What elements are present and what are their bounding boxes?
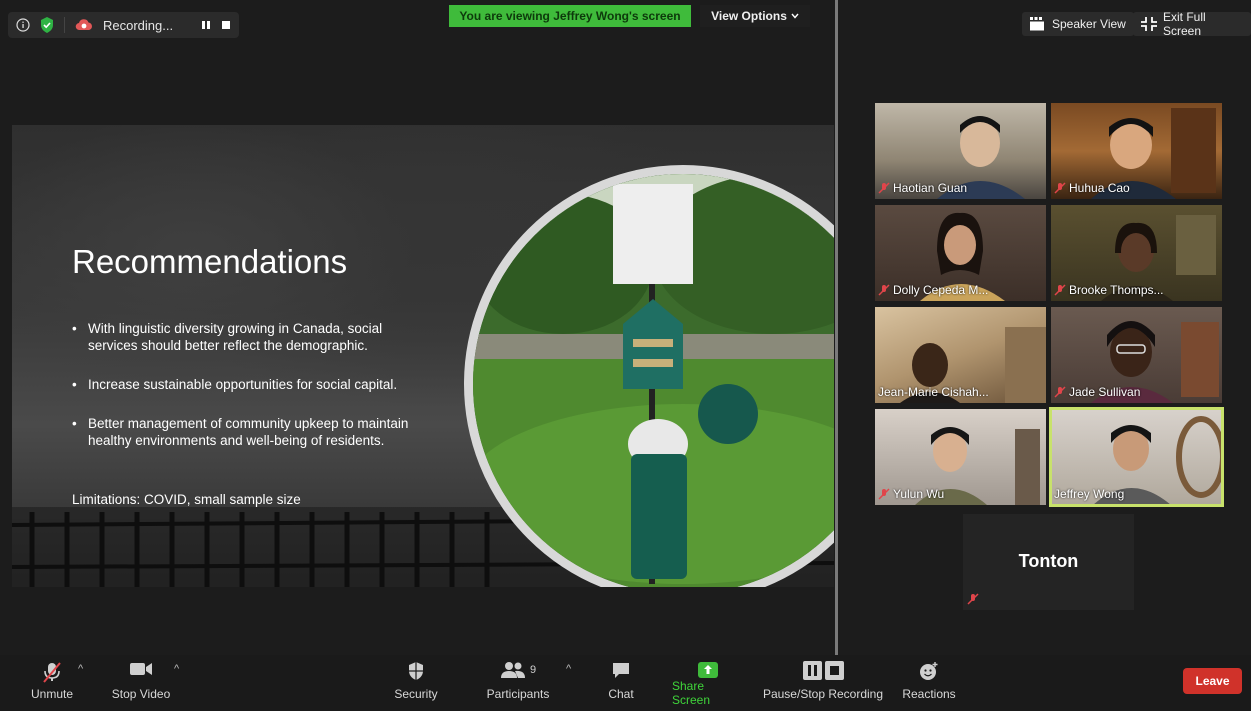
share-screen-label: Share Screen <box>672 679 711 707</box>
video-camera-icon <box>129 661 153 677</box>
participant-name-label: Jean-Marie Cishah... <box>878 385 989 399</box>
participant-name: Jeffrey Wong <box>1054 487 1125 501</box>
participant-name-label: Haotian Guan <box>878 181 967 195</box>
video-tile[interactable]: Jean-Marie Cishah... <box>875 307 1046 403</box>
participants-button[interactable]: 9 Participants <box>484 661 552 705</box>
share-screen-button[interactable]: Share Screen <box>672 661 744 707</box>
participant-name-label: Yulun Wu <box>878 487 944 501</box>
muted-microphone-icon <box>41 661 63 683</box>
security-label: Security <box>394 687 438 701</box>
slide-bullet: Increase sustainable opportunities for s… <box>72 376 432 393</box>
slide-bullet: With linguistic diversity growing in Can… <box>72 320 432 354</box>
video-tile[interactable]: Huhua Cao <box>1051 103 1222 199</box>
participant-name-label: Jeffrey Wong <box>1054 487 1124 501</box>
muted-mic-icon <box>878 488 890 500</box>
audio-options-caret[interactable]: ^ <box>78 663 83 675</box>
chat-bubble-icon <box>611 661 631 679</box>
stop-recording-icon[interactable] <box>221 20 231 30</box>
security-shield-icon <box>407 661 425 681</box>
participant-name: Tonton <box>1018 551 1079 571</box>
info-icon[interactable] <box>16 18 30 32</box>
muted-mic-icon <box>878 182 890 194</box>
pause-recording-icon[interactable] <box>201 20 211 30</box>
pause-icon <box>802 661 822 680</box>
video-tile-active-speaker[interactable]: Jeffrey Wong <box>1049 407 1224 507</box>
split-view-divider[interactable] <box>835 0 838 655</box>
participant-name: Yulun Wu <box>893 487 945 501</box>
participant-name: Brooke Thomps... <box>1069 283 1164 297</box>
speaker-view-icon <box>1030 17 1046 31</box>
participant-name-label: Jade Sullivan <box>1054 385 1140 399</box>
cloud-record-icon <box>75 18 93 32</box>
participant-name-label: Dolly Cepeda M... <box>878 283 988 297</box>
muted-mic-icon <box>1054 182 1066 194</box>
speaker-view-button[interactable]: Speaker View <box>1022 12 1134 36</box>
pause-stop-recording-button[interactable]: Pause/Stop Recording <box>762 661 884 705</box>
reactions-button[interactable]: Reactions <box>902 661 956 705</box>
shared-screen-slide: Recommendations With linguistic diversit… <box>12 125 834 587</box>
slide-bullet-list: With linguistic diversity growing in Can… <box>72 320 432 471</box>
speaker-view-label: Speaker View <box>1052 17 1126 31</box>
video-tile[interactable]: Yulun Wu <box>875 409 1046 505</box>
park-photo-graphic <box>473 174 834 587</box>
participants-count: 9 <box>529 664 537 676</box>
unmute-button[interactable]: Unmute <box>28 661 76 705</box>
view-options-button[interactable]: View Options <box>700 5 810 27</box>
viewing-screen-banner: You are viewing Jeffrey Wong's screen <box>449 5 691 27</box>
video-tile[interactable]: Brooke Thomps... <box>1051 205 1222 301</box>
chevron-down-icon <box>791 13 799 19</box>
recording-bar: Recording... <box>8 12 240 38</box>
exit-full-screen-button[interactable]: Exit Full Screen <box>1133 10 1251 38</box>
participants-icon <box>500 662 525 678</box>
share-screen-icon <box>697 661 719 679</box>
reactions-label: Reactions <box>902 687 956 701</box>
video-tile-no-video[interactable]: Tonton <box>963 514 1134 610</box>
zoom-meeting-window: Recording... You are viewing Jeffrey Won… <box>0 0 1251 707</box>
recording-label: Recording... <box>103 17 174 33</box>
slide-title: Recommendations <box>72 243 348 280</box>
leave-meeting-button[interactable]: Leave <box>1183 668 1242 694</box>
participants-label: Participants <box>486 687 550 701</box>
pause-stop-recording-label: Pause/Stop Recording <box>762 687 884 701</box>
encryption-shield-icon[interactable] <box>40 17 54 33</box>
stop-video-button[interactable]: Stop Video <box>110 661 172 705</box>
stop-video-label: Stop Video <box>111 687 171 701</box>
participants-options-caret[interactable]: ^ <box>566 663 571 675</box>
video-tile[interactable]: Jade Sullivan <box>1051 307 1222 403</box>
muted-mic-icon <box>1054 284 1066 296</box>
smiley-reaction-icon <box>919 661 939 681</box>
security-button[interactable]: Security <box>392 661 440 705</box>
slide-limitations: Limitations: COVID, small sample size <box>72 492 301 507</box>
video-tile[interactable]: Haotian Guan <box>875 103 1046 199</box>
participant-name: Jean-Marie Cishah... <box>878 385 989 399</box>
participant-name-label: Huhua Cao <box>1054 181 1130 195</box>
unmute-label: Unmute <box>30 687 74 701</box>
muted-mic-icon <box>1054 386 1066 398</box>
separator <box>64 17 65 33</box>
participant-name: Dolly Cepeda M... <box>893 283 989 297</box>
pause-stop-icons <box>802 661 844 680</box>
view-options-label: View Options <box>711 9 787 23</box>
exit-full-screen-label: Exit Full Screen <box>1163 10 1206 38</box>
chat-button[interactable]: Chat <box>605 661 637 705</box>
meeting-toolbar: Unmute ^ Stop Video ^ Security 9 Partici… <box>0 655 1251 707</box>
muted-mic-icon <box>878 284 890 296</box>
participant-name: Huhua Cao <box>1069 181 1130 195</box>
muted-mic-icon <box>967 593 979 605</box>
stop-icon <box>824 661 844 680</box>
video-options-caret[interactable]: ^ <box>174 663 179 675</box>
exit-full-screen-icon <box>1141 17 1157 31</box>
participant-name: Jade Sullivan <box>1069 385 1141 399</box>
participant-name: Haotian Guan <box>893 181 968 195</box>
participants-icon-group: 9 <box>500 661 536 679</box>
slide-bullet: Better management of community upkeep to… <box>72 415 432 449</box>
participant-name-label: Brooke Thomps... <box>1054 283 1164 297</box>
chat-label: Chat <box>608 687 634 701</box>
video-tile[interactable]: Dolly Cepeda M... <box>875 205 1046 301</box>
